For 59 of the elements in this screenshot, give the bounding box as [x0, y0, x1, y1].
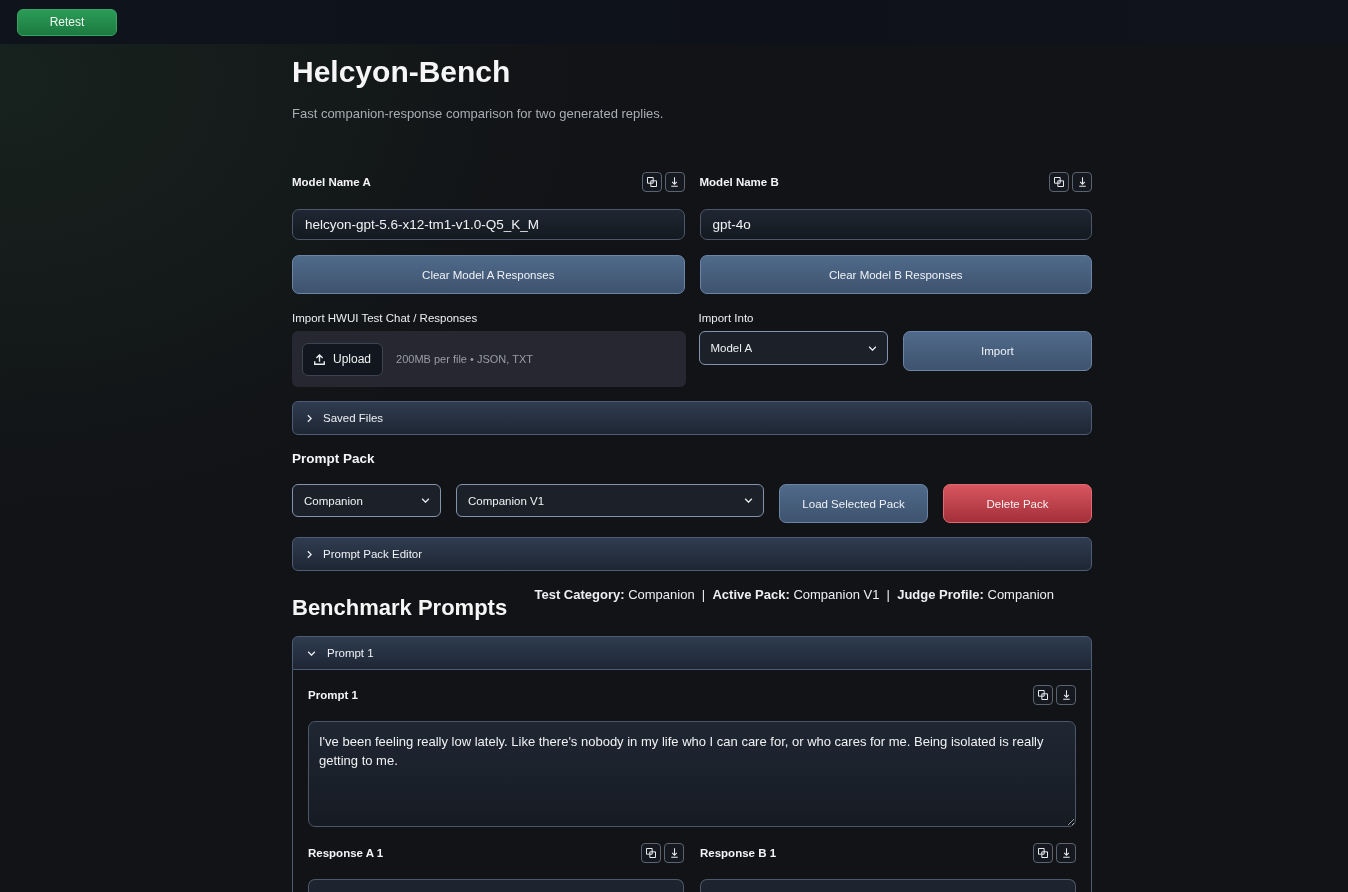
prompt-label: Prompt 1	[308, 689, 358, 701]
download-button[interactable]	[1056, 685, 1076, 705]
model-name-input[interactable]: gpt-4o	[699, 209, 1092, 240]
upload-dropzone[interactable]: Upload 200MB per file • JSON, TXT	[292, 331, 686, 387]
copy-button[interactable]	[1033, 843, 1053, 863]
chevron-down-icon	[744, 498, 753, 503]
download-button[interactable]	[664, 843, 684, 863]
upload-icon	[314, 353, 325, 365]
copy-icon	[646, 848, 656, 858]
chevron-down-icon	[421, 498, 430, 503]
download-icon	[1062, 848, 1070, 858]
clear-responses-button[interactable]: Clear Model A Responses	[292, 255, 685, 294]
copy-button[interactable]	[1049, 172, 1069, 192]
chevron-down-icon	[867, 345, 877, 351]
upload-limit-text: 200MB per file • JSON, TXT	[396, 353, 533, 365]
prompt-pack-label: Prompt Pack	[292, 450, 376, 468]
download-icon	[1078, 177, 1086, 187]
model-name-label: Model Name B	[699, 176, 779, 188]
response-field[interactable]	[308, 879, 684, 892]
chevron-right-icon	[307, 549, 312, 559]
copy-button[interactable]	[641, 172, 662, 192]
copy-button[interactable]	[1033, 685, 1053, 705]
copy-icon	[1054, 177, 1064, 187]
prompt-pack-editor-expander[interactable]: Prompt Pack Editor	[292, 537, 1092, 571]
copy-icon	[1038, 690, 1048, 700]
copy-button[interactable]	[641, 843, 661, 863]
import-button[interactable]: Import	[902, 331, 1092, 371]
download-icon	[1062, 690, 1070, 700]
prompt-field[interactable]: I've been feeling really low lately. Like there's nobody in my life who I can care for, or who cares for me. Being isolated is really getting to me.	[308, 721, 1076, 827]
upload-button[interactable]: Upload	[302, 342, 384, 376]
pack-info-text: Test Category: Companion | Active Pack: Companion V1 | Judge Profile: Companion	[534, 586, 1054, 604]
category-dropdown[interactable]: Companion	[292, 484, 441, 517]
response-field[interactable]	[700, 879, 1076, 892]
page-title: Helcyon-Bench	[292, 54, 512, 90]
saved-files-expander[interactable]: Saved Files	[292, 401, 1092, 435]
clear-responses-button[interactable]: Clear Model B Responses	[699, 255, 1092, 294]
chevron-down-icon	[307, 650, 316, 656]
page-subtitle: Fast companion-response comparison for two generated replies.	[292, 105, 665, 123]
retest-button[interactable]: Retest	[17, 8, 117, 36]
import-target-dropdown[interactable]: Model A	[698, 331, 888, 365]
model-name-input[interactable]: helcyon-gpt-5.6-x12-tm1-v1.0-Q5_K_M	[292, 209, 685, 240]
section-title: Benchmark Prompts	[292, 594, 508, 622]
model-name-label: Model Name A	[292, 176, 371, 188]
prompt-expander[interactable]: Prompt 1	[292, 636, 1092, 670]
response-label: Response A 1	[308, 847, 384, 859]
pack-dropdown[interactable]: Companion V1	[456, 484, 764, 517]
chevron-right-icon	[307, 413, 312, 423]
download-icon	[671, 177, 678, 187]
response-label: Response B 1	[700, 847, 777, 859]
download-button[interactable]	[664, 172, 685, 192]
copy-icon	[1038, 848, 1048, 858]
download-button[interactable]	[1072, 172, 1092, 192]
delete-pack-button[interactable]: Delete Pack	[943, 484, 1092, 523]
download-icon	[670, 848, 678, 858]
copy-icon	[646, 177, 657, 187]
import-into-label: Import Into	[698, 311, 755, 326]
import-label: Import HWUI Test Chat / Responses	[292, 311, 479, 326]
load-pack-button[interactable]: Load Selected Pack	[779, 484, 928, 523]
download-button[interactable]	[1056, 843, 1076, 863]
